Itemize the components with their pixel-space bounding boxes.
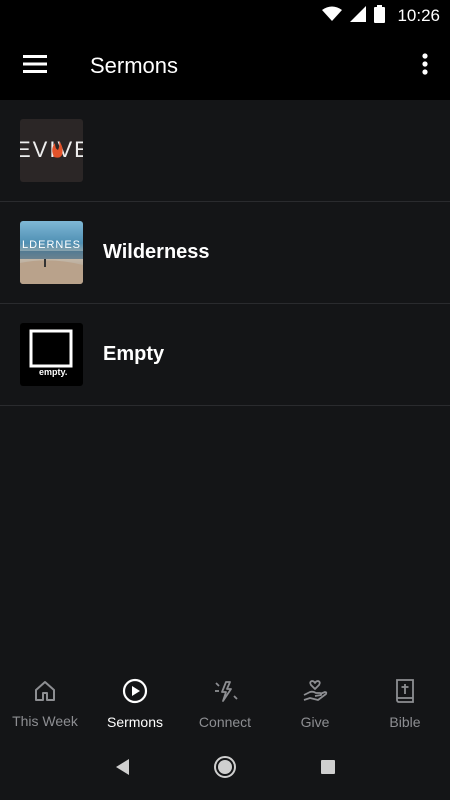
sparkle-icon [212, 678, 238, 709]
give-heart-hand-icon [302, 678, 328, 709]
system-back-button[interactable] [102, 749, 142, 789]
nav-label: This Week [12, 713, 78, 729]
clock: 10:26 [397, 6, 440, 25]
status-bar: 10:26 [0, 0, 450, 32]
app-bar: Sermons [0, 32, 450, 100]
sermon-item-revive[interactable]: EVIVE [0, 100, 450, 202]
nav-give[interactable]: Give [270, 670, 360, 738]
signal-icon [350, 5, 367, 27]
battery-icon [374, 4, 386, 28]
sermon-thumbnail-empty: empty. [20, 323, 83, 386]
sermon-title: Empty [103, 343, 165, 365]
thumb-text-revive: EVIVE [20, 137, 83, 162]
wifi-icon [322, 6, 343, 27]
play-circle-icon [122, 678, 148, 709]
thumb-text-wilderness: ILDERNES [20, 239, 81, 251]
sermon-thumbnail-wilderness: ILDERNES [20, 221, 83, 284]
sermon-thumbnail-revive: EVIVE [20, 119, 83, 182]
home-circle-icon [213, 755, 237, 784]
bible-icon [393, 678, 417, 709]
sermon-list: EVIVE ILDERNES Wilderness empty. Empty [0, 100, 450, 406]
sermon-item-wilderness[interactable]: ILDERNES Wilderness [0, 202, 450, 304]
home-icon [33, 679, 57, 708]
nav-label: Sermons [106, 714, 164, 730]
back-icon [114, 758, 130, 781]
menu-button[interactable] [0, 32, 70, 100]
nav-this-week[interactable]: This Week [0, 670, 90, 738]
nav-sermons[interactable]: Sermons [90, 670, 180, 738]
sermon-title: Wilderness [103, 241, 210, 263]
more-vert-icon [422, 52, 428, 80]
recents-icon [320, 759, 336, 780]
nav-label: Give [300, 714, 330, 730]
thumb-text-empty: empty. [39, 367, 67, 377]
bottom-navigation: This Week Sermons Connect Give Bible [0, 670, 450, 738]
overflow-menu-button[interactable] [400, 32, 450, 100]
page-title: Sermons [90, 53, 179, 78]
nav-bible[interactable]: Bible [360, 670, 450, 738]
nav-connect[interactable]: Connect [180, 670, 270, 738]
system-navigation-bar [0, 738, 450, 800]
nav-label: Connect [198, 714, 252, 730]
nav-label: Bible [389, 714, 421, 730]
system-home-button[interactable] [205, 749, 245, 789]
sermon-item-empty[interactable]: empty. Empty [0, 304, 450, 406]
system-recents-button[interactable] [308, 749, 348, 789]
hamburger-menu-icon [23, 54, 47, 78]
